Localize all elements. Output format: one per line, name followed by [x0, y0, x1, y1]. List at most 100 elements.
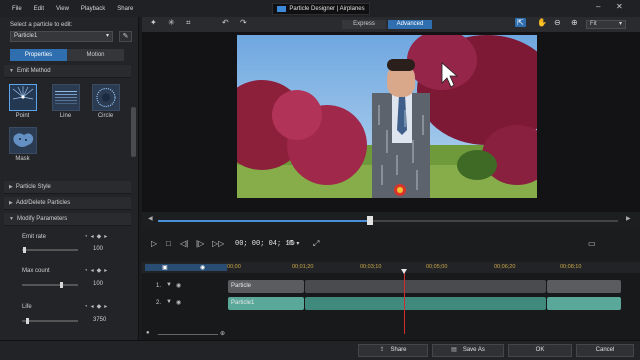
life-value[interactable]: 3750	[93, 317, 106, 323]
timeline-tick: 00;08;10	[560, 264, 582, 270]
mode-advanced-button[interactable]: Advanced	[388, 20, 432, 29]
timeline-track-1[interactable]: 1. ▼ ◉ Particle	[142, 278, 640, 294]
expanded-triangle-icon: ▼	[9, 68, 14, 74]
undo-icon[interactable]: ↶	[222, 18, 229, 27]
section-modify-parameters[interactable]: ▼ Modify Parameters	[4, 213, 131, 226]
left-panel: Select a particle to edit: Particle1 ▾ ✎…	[0, 17, 139, 348]
playhead-handle[interactable]	[401, 269, 407, 274]
timeline-zoom-slider[interactable]	[158, 334, 218, 335]
next-frame-icon[interactable]: |▷	[196, 239, 204, 248]
display-toggle-icon[interactable]: ▭	[588, 239, 596, 248]
life-slider[interactable]	[22, 318, 78, 324]
zoom-out-icon[interactable]: ●	[146, 330, 150, 336]
particle-clip[interactable]: Particle	[228, 280, 304, 293]
clip-label: Particle1	[231, 300, 255, 306]
stop-icon[interactable]: □	[166, 239, 171, 248]
life-slider-knob[interactable]	[26, 318, 29, 324]
zoom-out-icon[interactable]: ⊖	[554, 18, 561, 27]
menu-playback[interactable]: Playback	[81, 6, 105, 12]
particle-dropdown[interactable]: Particle1 ▾	[10, 31, 113, 42]
pencil-icon: ✎	[122, 33, 129, 40]
particle-clip-end[interactable]	[547, 280, 621, 293]
hand-tool-icon[interactable]: ✋	[537, 18, 547, 27]
section-emit-method-label: Emit Method	[16, 68, 51, 74]
track-type-icon: ▼	[166, 282, 172, 288]
particle1-clip-extension[interactable]	[305, 297, 546, 310]
timeline-track-2[interactable]: 2. ▼ ◉ Particle1	[142, 295, 640, 311]
3d-mode-dropdown[interactable]: 3D ▾	[287, 240, 299, 247]
bottom-action-bar: ⇪ Share ▤ Save As OK Cancel	[0, 340, 640, 360]
section-add-delete-particles[interactable]: ▶ Add/Delete Particles	[4, 197, 131, 210]
add-emitter-icon[interactable]: ✦	[150, 18, 157, 27]
share-button[interactable]: ⇪ Share	[358, 344, 428, 357]
scrub-knob[interactable]	[367, 216, 373, 225]
menu-view[interactable]: View	[56, 6, 69, 12]
tab-properties[interactable]: Properties	[10, 49, 67, 61]
mask-emitter-icon	[8, 127, 37, 154]
menu-edit[interactable]: Edit	[34, 6, 44, 12]
scrub-track[interactable]	[158, 216, 618, 225]
emit-option-line[interactable]: Line	[49, 84, 82, 119]
max-count-slider[interactable]	[22, 282, 78, 288]
menu-bar: File Edit View Playback Share Particle D…	[0, 0, 640, 17]
section-add-delete-label: Add/Delete Particles	[15, 200, 71, 206]
particle1-clip[interactable]: Particle1	[228, 297, 304, 310]
menu-share[interactable]: Share	[117, 6, 133, 12]
mode-express-button[interactable]: Express	[342, 20, 386, 29]
tab-motion[interactable]: Motion	[67, 49, 124, 61]
preview-toolbar: ✦ ✳ ⌗ ↶ ↷ Express Advanced ⇱ ✋ ⊖ ⊕ Fit ▾	[142, 17, 640, 32]
section-emit-method[interactable]: ▼ Emit Method	[4, 65, 131, 78]
edit-particle-button[interactable]: ✎	[119, 31, 132, 42]
timeline-track-controls[interactable]	[145, 264, 227, 271]
emit-rate-slider[interactable]	[22, 247, 78, 253]
panel-tabs: Properties Motion	[10, 49, 124, 61]
cancel-button[interactable]: Cancel	[576, 344, 634, 357]
menu-file[interactable]: File	[12, 6, 22, 12]
max-count-value[interactable]: 100	[93, 281, 103, 287]
visibility-eye-icon[interactable]: ◉	[176, 299, 181, 306]
life-keyframe-controls[interactable]: ◔◂◆▸	[84, 303, 110, 310]
section-particle-style[interactable]: ▶ Particle Style	[4, 181, 131, 194]
close-icon[interactable]: ✕	[616, 2, 623, 11]
playback-controls: ▷ □ ◁| |▷ ▷▷ 00; 00; 04; 15 3D ▾ ⤢ ▭	[142, 236, 640, 254]
zoom-in-icon[interactable]: ⊕	[220, 330, 225, 337]
fullscreen-icon[interactable]: ⤢	[313, 239, 319, 249]
add-particle-icon[interactable]: ✳	[168, 18, 175, 27]
emit-option-circle[interactable]: Circle	[89, 84, 122, 119]
save-as-button[interactable]: ▤ Save As	[432, 344, 504, 357]
line-emitter-icon	[51, 84, 80, 111]
max-count-keyframe-controls[interactable]: ◔◂◆▸	[84, 267, 110, 274]
chevron-down-icon: ▾	[618, 21, 622, 27]
clip-label: Particle	[231, 283, 252, 289]
fast-forward-icon[interactable]: ▷▷	[212, 239, 224, 248]
lock-icon[interactable]: ▣	[162, 264, 168, 271]
play-icon[interactable]: ▷	[151, 239, 157, 248]
scrub-left-arrow-icon[interactable]: ◀	[148, 215, 153, 222]
settings-icon[interactable]: ◉	[200, 264, 205, 271]
redo-icon[interactable]: ↷	[240, 18, 247, 27]
preview-video-frame[interactable]	[237, 35, 537, 198]
emit-rate-keyframe-controls[interactable]: ◔◂◆▸	[84, 233, 110, 240]
share-icon: ⇪	[379, 347, 385, 353]
particle1-clip-end[interactable]	[547, 297, 621, 310]
timeline-ruler[interactable]: ▣ ◉ 00;00 00;01;20 00;03;10 00;05;00 00;…	[142, 262, 640, 273]
zoom-in-icon[interactable]: ⊕	[571, 18, 578, 27]
emit-option-point[interactable]: Point	[6, 84, 39, 119]
section-modify-label: Modify Parameters	[16, 216, 68, 222]
select-tool-icon[interactable]: ⇱	[515, 18, 526, 27]
max-count-slider-knob[interactable]	[60, 282, 63, 288]
previous-frame-icon[interactable]: ◁|	[180, 239, 188, 248]
scrub-right-arrow-icon[interactable]: ▶	[626, 215, 631, 222]
ok-button[interactable]: OK	[508, 344, 572, 357]
zoom-fit-value: Fit	[590, 21, 597, 27]
particle-clip-extension[interactable]	[305, 280, 546, 293]
emit-rate-slider-knob[interactable]	[23, 247, 26, 253]
minimize-icon[interactable]: –	[596, 2, 600, 11]
crop-icon[interactable]: ⌗	[186, 18, 191, 28]
emit-rate-value[interactable]: 100	[93, 246, 103, 252]
emit-option-mask[interactable]: Mask	[6, 127, 39, 162]
timeline-playhead[interactable]	[404, 270, 405, 334]
visibility-eye-icon[interactable]: ◉	[176, 282, 181, 289]
left-panel-scrollbar[interactable]	[131, 107, 136, 157]
zoom-fit-dropdown[interactable]: Fit ▾	[586, 20, 626, 29]
